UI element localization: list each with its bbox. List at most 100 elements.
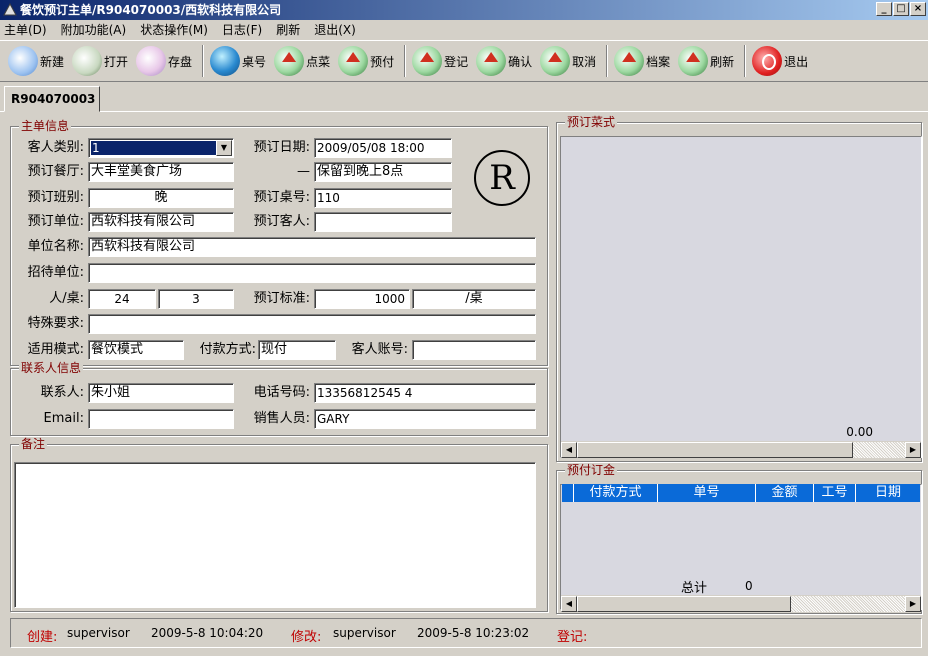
cancel-button[interactable]: 取消 [538, 43, 598, 79]
scroll-left-icon[interactable]: ◀ [561, 596, 577, 612]
tab-strip: R904070003 [0, 84, 928, 112]
exit-icon [752, 46, 783, 76]
restaurant-label: 预订餐厅: [27, 164, 84, 179]
remarks-title: 备注 [19, 437, 48, 451]
menu-log[interactable]: 日志(F) [222, 21, 262, 38]
scroll-right-icon[interactable]: ▶ [905, 442, 921, 458]
special-field[interactable] [88, 314, 536, 334]
account-field[interactable] [412, 340, 536, 360]
guest-type-select[interactable]: 1 ▼ [88, 138, 234, 158]
toolbar-separator [744, 45, 747, 77]
col-bill-no[interactable]: 单号 [658, 484, 756, 502]
unit-field[interactable]: 西软科技有限公司 [88, 212, 234, 232]
house-icon [412, 46, 443, 76]
col-date[interactable]: 日期 [856, 484, 920, 502]
per-table-field[interactable]: /桌 [412, 289, 536, 309]
special-label: 特殊要求: [27, 316, 84, 331]
scroll-thumb[interactable] [577, 442, 853, 458]
table-field[interactable]: 110 [314, 188, 452, 208]
toolbar: 新建 打开 存盘 桌号 点菜 预付 登记 确认 取消 档案 刷新 退出 [0, 40, 928, 82]
col-amount[interactable]: 金额 [756, 484, 814, 502]
house-icon [540, 46, 571, 76]
house-icon [614, 46, 645, 76]
pay-field[interactable]: 现付 [258, 340, 336, 360]
dash-label: — [297, 164, 310, 179]
restaurant-field[interactable]: 大丰堂美食广场 [88, 162, 234, 182]
deposit-header: 付款方式 单号 金额 工号 日期 [562, 484, 920, 502]
people-label: 人/桌: [49, 291, 84, 306]
archive-button[interactable]: 档案 [612, 43, 672, 79]
people-field[interactable]: 24 [88, 289, 156, 309]
menu-refresh[interactable]: 刷新 [276, 21, 300, 38]
registered-label: 登记: [557, 630, 588, 645]
scroll-left-icon[interactable]: ◀ [561, 442, 577, 458]
confirm-button[interactable]: 确认 [474, 43, 534, 79]
modified-at: 2009-5-8 10:23:02 [417, 626, 530, 640]
tab-order[interactable]: R904070003 [4, 86, 100, 112]
guest-label: 预订客人: [253, 214, 310, 229]
menu-order[interactable]: 主单(D) [4, 21, 47, 38]
deposit-table[interactable]: 总计 0 [560, 484, 922, 610]
globe-icon [210, 46, 241, 76]
menu-extra[interactable]: 附加功能(A) [61, 21, 127, 38]
menu-status[interactable]: 状态操作(M) [140, 21, 208, 38]
scroll-right-icon[interactable]: ▶ [905, 596, 921, 612]
table-no-button[interactable]: 桌号 [208, 43, 268, 79]
hold-field[interactable]: 保留到晚上8点 [314, 162, 452, 182]
open-icon [72, 46, 103, 76]
save-button[interactable]: 存盘 [134, 43, 194, 79]
pay-label: 付款方式: [199, 342, 256, 357]
guest-field[interactable] [314, 212, 452, 232]
main-info-title: 主单信息 [19, 119, 72, 133]
sales-field[interactable]: GARY [314, 409, 536, 429]
standard-field[interactable]: 1000 [314, 289, 410, 309]
scroll-track[interactable] [791, 596, 905, 612]
shift-field[interactable]: 晚 [88, 188, 234, 208]
email-field[interactable] [88, 409, 234, 429]
book-date-label: 预订日期: [253, 140, 310, 155]
col-staff-no[interactable]: 工号 [814, 484, 856, 502]
mode-field[interactable]: 餐饮模式 [88, 340, 184, 360]
created-label: 创建: [27, 630, 58, 645]
title-bar[interactable]: 餐饮预订主单/R904070003/西软科技有限公司 _ □ × [0, 0, 928, 20]
scroll-track[interactable] [853, 442, 905, 458]
deposit-scrollbar[interactable]: ◀ ▶ [561, 595, 921, 612]
company-field[interactable]: 西软科技有限公司 [88, 237, 536, 257]
guest-type-label: 客人类别: [27, 140, 84, 155]
sales-label: 销售人员: [253, 411, 310, 426]
remarks-textarea[interactable] [14, 462, 536, 608]
host-label: 招待单位: [27, 265, 84, 280]
prepay-button[interactable]: 预付 [336, 43, 396, 79]
exit-button[interactable]: 退出 [750, 43, 810, 79]
new-button[interactable]: 新建 [6, 43, 66, 79]
close-button[interactable]: × [910, 2, 926, 16]
dishes-scrollbar[interactable]: ◀ ▶ [561, 441, 921, 458]
phone-field[interactable]: 13356812545 4 [314, 383, 536, 403]
tables-field[interactable]: 3 [158, 289, 234, 309]
contact-person-field[interactable]: 朱小姐 [88, 383, 234, 403]
toolbar-separator [404, 45, 407, 77]
scroll-thumb[interactable] [577, 596, 791, 612]
toolbar-separator [202, 45, 205, 77]
dishes-list[interactable]: 0.00 [560, 136, 922, 458]
host-field[interactable] [88, 263, 536, 283]
refresh-button[interactable]: 刷新 [676, 43, 736, 79]
window-title: 餐饮预订主单/R904070003/西软科技有限公司 [20, 3, 282, 17]
chevron-down-icon[interactable]: ▼ [216, 140, 232, 156]
app-icon [3, 3, 17, 16]
open-button[interactable]: 打开 [70, 43, 130, 79]
register-button[interactable]: 登记 [410, 43, 470, 79]
house-icon [338, 46, 369, 76]
maximize-button[interactable]: □ [893, 2, 909, 16]
house-icon [476, 46, 507, 76]
minimize-button[interactable]: _ [876, 2, 892, 16]
col-pay-method[interactable]: 付款方式 [574, 484, 658, 502]
order-dish-button[interactable]: 点菜 [272, 43, 332, 79]
dishes-title: 预订菜式 [565, 115, 618, 129]
menu-exit[interactable]: 退出(X) [314, 21, 356, 38]
standard-label: 预订标准: [253, 291, 310, 306]
book-date-field[interactable]: 2009/05/08 18:00 [314, 138, 452, 158]
shift-label: 预订班别: [27, 190, 84, 205]
status-bar: 创建: supervisor 2009-5-8 10:04:20 修改: sup… [10, 618, 922, 648]
toolbar-separator [606, 45, 609, 77]
